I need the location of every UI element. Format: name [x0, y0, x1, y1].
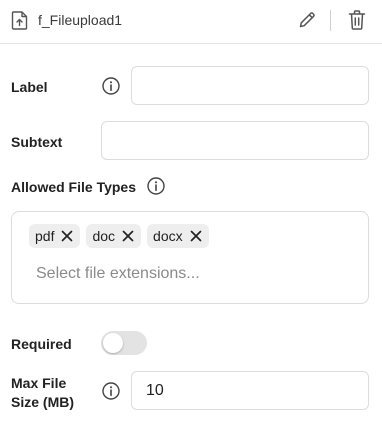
- component-title: f_Fileupload1: [38, 12, 123, 28]
- trash-icon[interactable]: [347, 9, 367, 31]
- info-icon[interactable]: [146, 176, 166, 196]
- chip-pdf: pdf: [29, 224, 81, 248]
- close-icon[interactable]: [60, 229, 74, 243]
- header-divider: [330, 10, 331, 31]
- info-icon[interactable]: [101, 381, 121, 401]
- info-icon[interactable]: [101, 76, 121, 96]
- chip-doc: doc: [86, 224, 142, 248]
- label-input[interactable]: [131, 66, 369, 105]
- close-icon[interactable]: [189, 229, 203, 243]
- required-toggle[interactable]: [101, 331, 147, 355]
- toggle-knob: [103, 333, 123, 353]
- panel-header: f_Fileupload1: [0, 0, 382, 44]
- allowed-file-types-label: Allowed File Types: [11, 179, 136, 195]
- close-icon[interactable]: [121, 229, 135, 243]
- chip-label: docx: [153, 228, 183, 244]
- chip-docx: docx: [147, 224, 209, 248]
- required-label: Required: [11, 336, 72, 352]
- file-upload-icon: [11, 11, 28, 30]
- chip-label: doc: [92, 228, 116, 244]
- chip-list: pdf doc docx: [29, 224, 209, 248]
- chip-label: pdf: [35, 228, 55, 244]
- max-file-size-label-line1: Max File: [11, 375, 67, 391]
- file-types-selector[interactable]: pdf doc docx: [11, 211, 369, 304]
- subtext-field-label: Subtext: [11, 134, 63, 150]
- label-field-label: Label: [11, 79, 48, 95]
- pencil-icon[interactable]: [297, 10, 317, 30]
- subtext-input[interactable]: [101, 121, 369, 160]
- max-file-size-input[interactable]: [131, 371, 369, 410]
- max-file-size-label-line2: Size (MB): [11, 394, 74, 410]
- file-extension-search-input[interactable]: [36, 265, 356, 283]
